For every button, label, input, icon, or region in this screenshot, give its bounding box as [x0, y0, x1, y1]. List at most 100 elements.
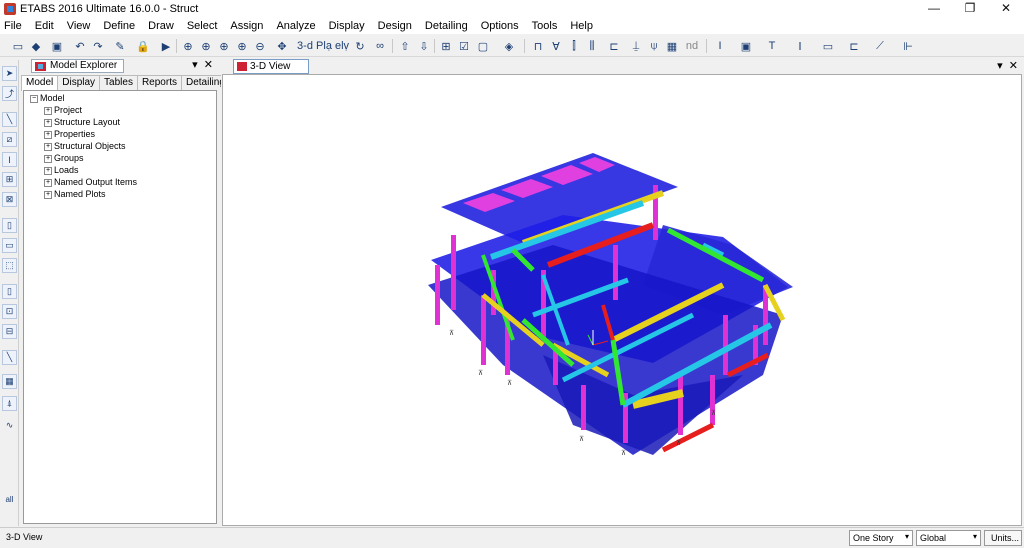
- draw-brace-tool-icon[interactable]: ⊠: [2, 192, 17, 207]
- tree-item-structural-objects[interactable]: + Structural Objects: [44, 141, 126, 152]
- draw-frame-icon[interactable]: ⧄: [2, 132, 17, 147]
- menu-display[interactable]: Display: [329, 20, 365, 32]
- expand-icon[interactable]: +: [44, 142, 52, 151]
- move-down-icon[interactable]: ⇩: [416, 38, 432, 54]
- pan-icon[interactable]: ✥: [274, 38, 290, 54]
- restore-icon[interactable]: ❐: [953, 0, 987, 18]
- tab-tables[interactable]: Tables: [99, 75, 138, 90]
- expand-icon[interactable]: +: [44, 106, 52, 115]
- expand-icon[interactable]: +: [44, 178, 52, 187]
- minimize-icon[interactable]: —: [917, 0, 951, 18]
- pen-icon[interactable]: ✎: [112, 38, 128, 54]
- menu-assign[interactable]: Assign: [230, 20, 263, 32]
- expand-icon[interactable]: +: [44, 154, 52, 163]
- menu-view[interactable]: View: [67, 20, 91, 32]
- draw-beam-tool-icon[interactable]: ⊞: [2, 172, 17, 187]
- view-tab-3d[interactable]: 3-D View: [233, 59, 310, 74]
- perspective-icon[interactable]: ∞: [372, 38, 388, 54]
- set-display-icon[interactable]: ☑: [456, 38, 472, 54]
- zoom-out-icon[interactable]: ⊖: [252, 38, 268, 54]
- reshape-icon[interactable]: ⤴: [2, 86, 17, 101]
- link-icon[interactable]: ⫿: [566, 38, 582, 54]
- rotate-icon[interactable]: ↻: [352, 38, 368, 54]
- tab-model[interactable]: Model: [21, 75, 59, 91]
- pointer-icon[interactable]: ➤: [2, 66, 17, 81]
- draw-wall-tool-icon[interactable]: ▯: [2, 284, 17, 299]
- draw-area-icon[interactable]: ▣: [738, 38, 754, 54]
- view-menu-icon[interactable]: ▾: [997, 60, 1003, 72]
- menu-tools[interactable]: Tools: [532, 20, 558, 32]
- zoom-in-icon[interactable]: ⊕: [234, 38, 250, 54]
- tree-item-project[interactable]: + Project: [44, 105, 82, 116]
- set-options-icon[interactable]: ▢: [475, 38, 491, 54]
- close-icon[interactable]: ✕: [989, 0, 1023, 18]
- units-button[interactable]: Units...: [984, 530, 1022, 546]
- menu-detailing[interactable]: Detailing: [425, 20, 468, 32]
- support-icon[interactable]: ⍦: [646, 38, 662, 54]
- draw-rect-icon[interactable]: ▭: [2, 238, 17, 253]
- menu-analyze[interactable]: Analyze: [276, 20, 315, 32]
- draw-column-tool-icon[interactable]: I: [2, 152, 17, 167]
- draw-pier-icon[interactable]: ⊟: [2, 324, 17, 339]
- tree-item-named-plots[interactable]: + Named Plots: [44, 189, 106, 200]
- tree-root[interactable]: − Model: [30, 93, 65, 104]
- select-all-button[interactable]: all: [2, 492, 17, 507]
- object-shrink-icon[interactable]: ⊞: [438, 38, 454, 54]
- expand-icon[interactable]: +: [44, 166, 52, 175]
- zoom-full-icon[interactable]: ⊕: [216, 38, 232, 54]
- tab-reports[interactable]: Reports: [136, 75, 182, 90]
- open-icon[interactable]: ◆: [28, 38, 44, 54]
- draw-line-icon[interactable]: ╲: [2, 112, 17, 127]
- model-3d-canvas[interactable]: ⊼ ⊼ ⊼ ⊼ ⊼ ⊼ ⊼: [222, 74, 1022, 526]
- draw-wall-icon[interactable]: ▭: [820, 38, 836, 54]
- zoom-window-icon[interactable]: ⊕: [180, 38, 196, 54]
- draw-column-icon[interactable]: I: [712, 38, 728, 54]
- draw-beam-icon[interactable]: T: [764, 38, 780, 54]
- tree-item-named-output-items[interactable]: + Named Output Items: [44, 177, 137, 188]
- view-3d-button[interactable]: 3-d: [296, 38, 314, 54]
- view-close-icon[interactable]: ✕: [1009, 60, 1018, 72]
- menu-help[interactable]: Help: [570, 20, 593, 32]
- draw-opening-icon[interactable]: ⊏: [846, 38, 862, 54]
- tree-item-structure-layout[interactable]: + Structure Layout: [44, 117, 120, 128]
- expand-icon[interactable]: +: [44, 190, 52, 199]
- draw-area-tool-icon[interactable]: ⬚: [2, 258, 17, 273]
- section-cut-icon[interactable]: ⊩: [900, 38, 916, 54]
- menu-file[interactable]: File: [4, 20, 22, 32]
- draw-brace-icon[interactable]: Ⅰ: [792, 38, 808, 54]
- draw-curve-icon[interactable]: ∿: [2, 418, 17, 433]
- draw-floor-icon[interactable]: ▯: [2, 218, 17, 233]
- undo-icon[interactable]: ↶: [72, 38, 88, 54]
- tree-item-loads[interactable]: + Loads: [44, 165, 79, 176]
- run-icon[interactable]: ▶: [158, 38, 174, 54]
- grid-icon[interactable]: ⫼: [584, 38, 600, 54]
- tree-item-groups[interactable]: + Groups: [44, 153, 84, 164]
- draw-link-icon[interactable]: ╲: [2, 350, 17, 365]
- expand-icon[interactable]: +: [44, 130, 52, 139]
- menu-define[interactable]: Define: [103, 20, 135, 32]
- elevation-view-button[interactable]: elṿ: [334, 38, 350, 54]
- tree-item-properties[interactable]: + Properties: [44, 129, 95, 140]
- shell-icon[interactable]: ∀: [548, 38, 564, 54]
- display-icon[interactable]: ▦: [664, 38, 680, 54]
- model-explorer-tab[interactable]: Model Explorer: [31, 58, 125, 73]
- draw-opening-tool-icon[interactable]: ⊡: [2, 304, 17, 319]
- panel-close-icon[interactable]: ✕: [204, 59, 213, 71]
- tab-display[interactable]: Display: [57, 75, 101, 90]
- extrude-icon[interactable]: ◈: [501, 38, 517, 54]
- menu-draw[interactable]: Draw: [148, 20, 174, 32]
- restraint-icon[interactable]: ⍊: [628, 38, 644, 54]
- plan-view-button[interactable]: Plạ: [316, 38, 332, 54]
- draw-grid-icon[interactable]: ▦: [2, 374, 17, 389]
- story-select[interactable]: One Story ▾: [849, 530, 913, 546]
- menu-design[interactable]: Design: [378, 20, 412, 32]
- menu-select[interactable]: Select: [187, 20, 218, 32]
- menu-edit[interactable]: Edit: [35, 20, 54, 32]
- lock-icon[interactable]: 🔒: [135, 38, 151, 54]
- joint-icon[interactable]: ⊏: [606, 38, 622, 54]
- menu-options[interactable]: Options: [481, 20, 519, 32]
- save-icon[interactable]: ▣: [49, 38, 65, 54]
- coord-system-select[interactable]: Global ▾: [916, 530, 981, 546]
- expand-icon[interactable]: +: [44, 118, 52, 127]
- collapse-icon[interactable]: −: [30, 94, 38, 103]
